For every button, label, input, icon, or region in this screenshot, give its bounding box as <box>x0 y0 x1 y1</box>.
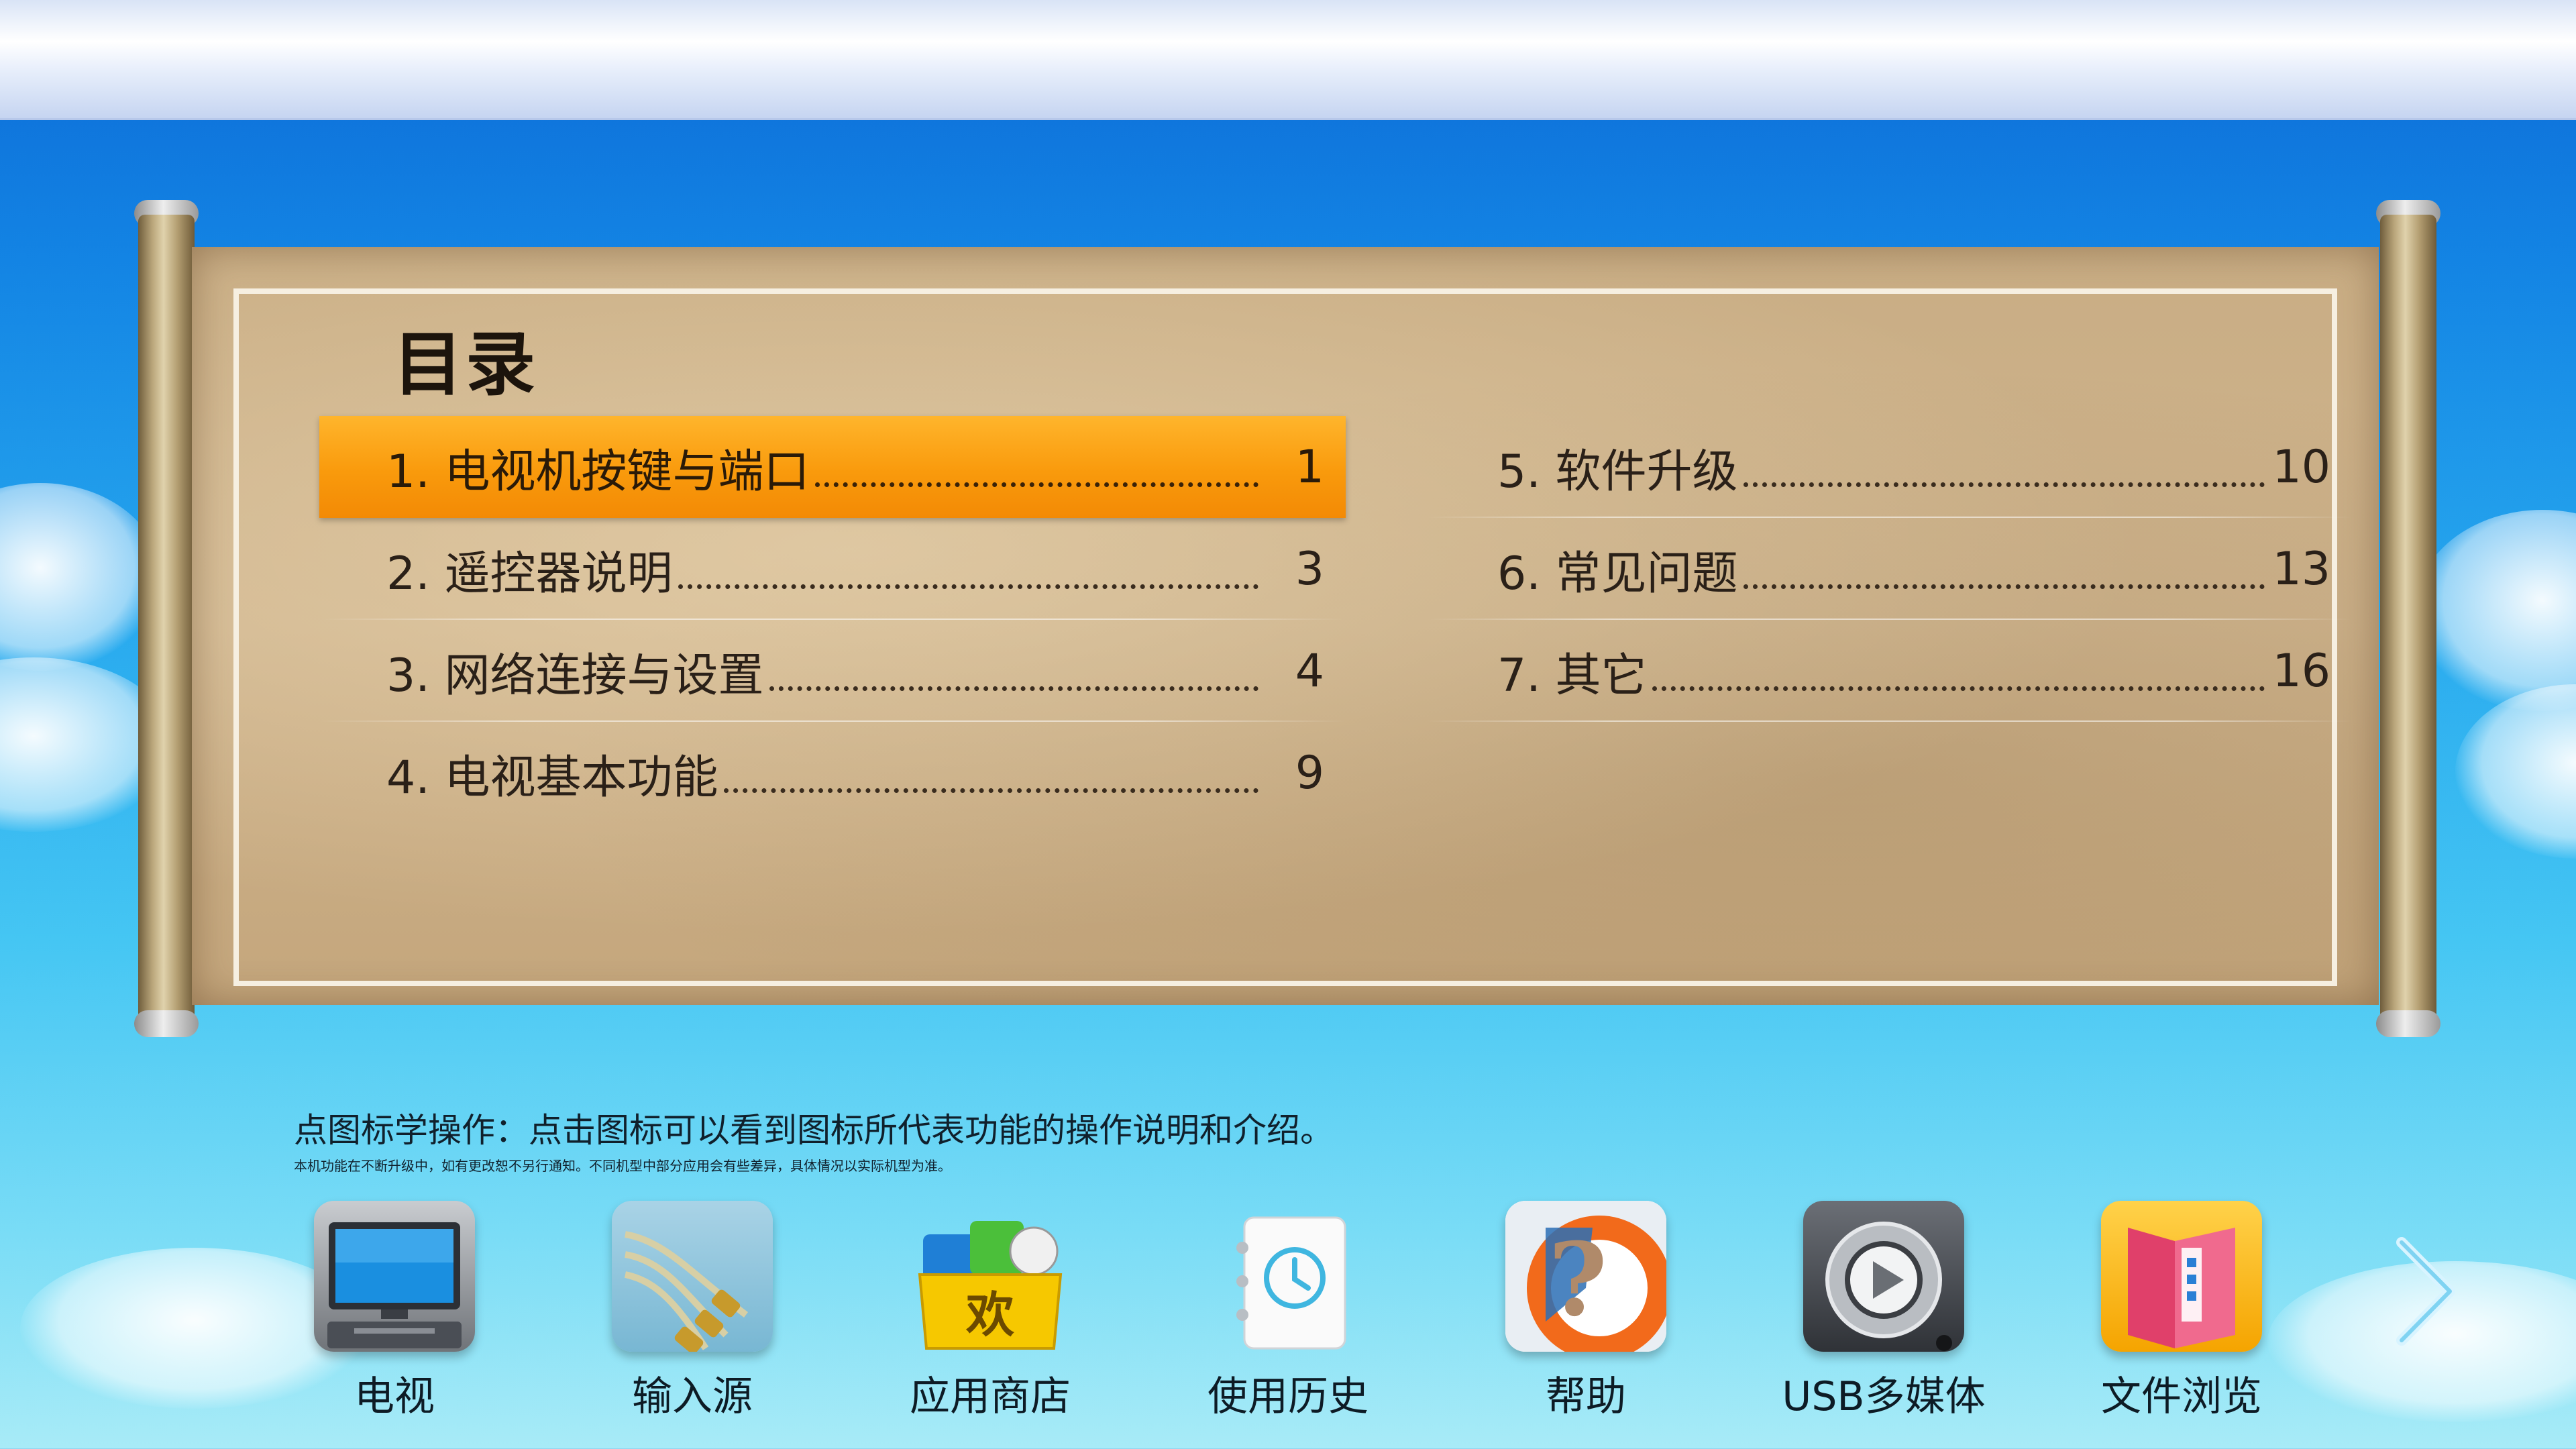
toc-entry-label: 7. 其它 <box>1497 649 1647 702</box>
dock-item-tv[interactable]: 电视 <box>307 1201 482 1422</box>
usb-media-play-icon <box>1803 1201 1964 1352</box>
dock-item-usage-history[interactable]: 使用历史 <box>1201 1201 1375 1422</box>
toc-leader-dots <box>678 584 1258 589</box>
toc-entry-page: 10 <box>2272 440 2330 494</box>
toc-entry-label: 3. 网络连接与设置 <box>386 649 764 702</box>
history-clock-icon <box>1208 1201 1368 1352</box>
toc-entry-4[interactable]: 4. 电视基本功能 9 <box>319 722 1346 824</box>
dock-label: 应用商店 <box>910 1373 1071 1420</box>
toc-leader-dots <box>1743 584 2265 589</box>
toc-entry-label: 5. 软件升级 <box>1497 445 1738 498</box>
dock-label: USB多媒体 <box>1782 1373 1986 1420</box>
svg-text:欢: 欢 <box>965 1287 1014 1343</box>
dock-label: 帮助 <box>1546 1373 1626 1420</box>
dock-label: 输入源 <box>632 1373 753 1420</box>
toc-entry-label: 4. 电视基本功能 <box>386 751 718 804</box>
toc-leader-dots <box>769 686 1258 691</box>
scroll-rod-cap-left-bottom <box>134 1010 199 1037</box>
toc-entry-page: 16 <box>2272 644 2330 698</box>
toc-leader-dots <box>723 788 1258 793</box>
toc-entry-page: 4 <box>1295 644 1324 698</box>
scroll-rod-right <box>2380 215 2436 1020</box>
dock-item-usb-media[interactable]: USB多媒体 <box>1782 1201 1986 1422</box>
app-store-icon: 欢 <box>910 1201 1071 1352</box>
toc-title: 目录 <box>393 323 539 405</box>
toc-leader-dots <box>1652 686 2265 691</box>
toc-entry-5[interactable]: 5. 软件升级 10 <box>1426 416 2352 518</box>
toc-entry-7[interactable]: 7. 其它 16 <box>1426 620 2352 722</box>
dock-item-input-source[interactable]: 输入源 <box>605 1201 780 1422</box>
toc-entry-label: 1. 电视机按键与端口 <box>386 445 810 498</box>
toc-entry-page: 13 <box>2272 542 2330 596</box>
toc-entry-label: 2. 遥控器说明 <box>386 547 673 600</box>
dock-item-file-browser[interactable]: 文件浏览 <box>2094 1201 2269 1422</box>
scroll-rod-left <box>138 215 195 1020</box>
toc-entry-page: 1 <box>1295 440 1324 494</box>
cloud <box>2455 684 2576 859</box>
scroll-rod-cap-right-bottom <box>2376 1010 2440 1037</box>
toc-entry-page: 9 <box>1295 746 1324 800</box>
av-cable-icon <box>612 1201 773 1352</box>
dock-item-help[interactable]: ? 帮助 <box>1499 1201 1673 1422</box>
hint-instruction: 点图标学操作：点击图标可以看到图标所代表功能的操作说明和介绍。 <box>294 1111 1334 1150</box>
svg-text:?: ? <box>1548 1221 1607 1339</box>
dock-label: 使用历史 <box>1208 1373 1368 1420</box>
toc-entry-1[interactable]: 1. 电视机按键与端口 1 <box>319 416 1346 518</box>
dock-label: 电视 <box>354 1373 435 1420</box>
toc-entry-label: 6. 常见问题 <box>1497 547 1738 600</box>
toc-leader-dots <box>1743 482 2265 487</box>
tv-icon <box>314 1201 475 1352</box>
toc-entry-page: 3 <box>1295 542 1324 596</box>
hint-disclaimer: 本机功能在不断升级中，如有更改恕不另行通知。不同机型中部分应用会有些差异，具体情… <box>294 1158 951 1174</box>
toc-entry-3[interactable]: 3. 网络连接与设置 4 <box>319 620 1346 722</box>
toc-entry-2[interactable]: 2. 遥控器说明 3 <box>319 518 1346 620</box>
toc-paper: 目录 1. 电视机按键与端口 1 2. 遥控器说明 3 3. 网络连接与设置 4… <box>192 247 2379 1005</box>
toc-leader-dots <box>814 482 1258 487</box>
dock-label: 文件浏览 <box>2101 1373 2262 1420</box>
cloud <box>2415 510 2576 711</box>
file-folder-icon <box>2101 1201 2262 1352</box>
chevron-right-icon[interactable] <box>2388 1234 2462 1348</box>
top-banner <box>0 0 2576 120</box>
cloud <box>0 483 161 671</box>
help-question-icon: ? <box>1505 1201 1666 1352</box>
dock-item-app-store[interactable]: 欢 应用商店 <box>903 1201 1077 1422</box>
toc-entry-6[interactable]: 6. 常见问题 13 <box>1426 518 2352 620</box>
